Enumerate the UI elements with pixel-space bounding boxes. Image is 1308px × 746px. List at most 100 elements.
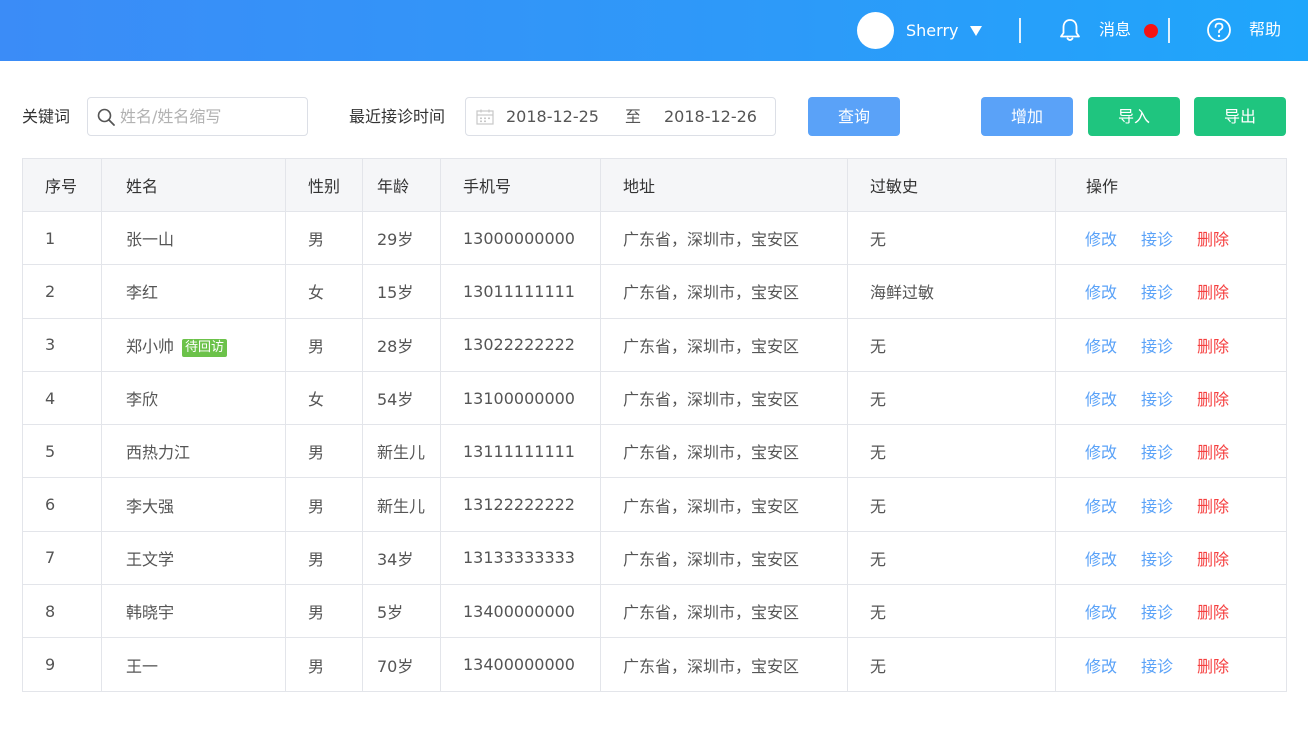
header-divider — [1168, 18, 1170, 43]
patient-name: 王文学 — [126, 549, 175, 569]
search-input[interactable] — [120, 104, 300, 129]
table-row: 5 西热力江 男新生儿 13111111111 广东省，深圳市，宝安区无 修改 接诊 删除 — [22, 424, 1287, 479]
patient-name-cell: 王一 — [101, 637, 286, 692]
row-actions: 修改 接诊 删除 — [1055, 210, 1287, 266]
messages-label[interactable]: 消息 — [1099, 19, 1131, 41]
help-label[interactable]: 帮助 — [1249, 19, 1281, 41]
delete-link[interactable]: 删除 — [1197, 337, 1229, 356]
age: 28岁 — [362, 317, 441, 372]
patient-name-cell: 张一山 — [101, 210, 286, 266]
calendar-icon — [476, 109, 494, 125]
edit-link[interactable]: 修改 — [1085, 550, 1117, 569]
delete-link[interactable]: 删除 — [1197, 443, 1229, 462]
phone: 13400000000 — [440, 584, 601, 639]
phone: 13022222222 — [440, 317, 601, 372]
delete-link[interactable]: 删除 — [1197, 390, 1229, 409]
visit-link[interactable]: 接诊 — [1141, 230, 1173, 249]
gender: 男 — [285, 477, 363, 532]
column-header: 序号 — [22, 158, 102, 212]
edit-link[interactable]: 修改 — [1085, 390, 1117, 409]
allergy-history: 无 — [847, 424, 1056, 479]
patient-name: 西热力江 — [126, 443, 191, 463]
delete-link[interactable]: 删除 — [1197, 657, 1229, 676]
visit-link[interactable]: 接诊 — [1141, 337, 1173, 356]
bell-icon[interactable] — [1057, 17, 1083, 43]
patient-name: 李大强 — [126, 496, 175, 516]
edit-link[interactable]: 修改 — [1085, 657, 1117, 676]
visit-link[interactable]: 接诊 — [1141, 550, 1173, 569]
age: 5岁 — [362, 584, 441, 639]
edit-link[interactable]: 修改 — [1085, 497, 1117, 516]
table-row: 9 王一 男 70岁 13400000000 广东省，深圳市，宝安区无 修改 接诊 删除 — [22, 637, 1287, 692]
patient-name-cell: 李红 — [101, 264, 286, 319]
patient-name-cell: 郑小帅 待回访 — [101, 317, 286, 372]
visit-link[interactable]: 接诊 — [1141, 390, 1173, 409]
date-separator: 至 — [625, 107, 642, 126]
edit-link[interactable]: 修改 — [1085, 230, 1117, 249]
allergy-history: 无 — [847, 584, 1056, 639]
visit-link[interactable]: 接诊 — [1141, 283, 1173, 302]
row-actions: 修改 接诊 删除 — [1055, 477, 1287, 532]
phone: 13122222222 — [440, 477, 601, 532]
phone: 13100000000 — [440, 370, 601, 426]
column-header: 年龄 — [362, 158, 441, 212]
address: 广东省，深圳市，宝安区 — [600, 530, 848, 586]
row-number: 8 — [22, 584, 102, 639]
gender: 男 — [285, 530, 363, 586]
patient-name-cell: 李欣 — [101, 370, 286, 426]
query-button[interactable]: 查询 — [808, 97, 900, 136]
date-label: 最近接诊时间 — [349, 107, 446, 126]
delete-link[interactable]: 删除 — [1197, 550, 1229, 569]
search-field[interactable] — [87, 97, 308, 136]
delete-link[interactable]: 删除 — [1197, 230, 1229, 249]
column-header: 过敏史 — [847, 158, 1056, 212]
avatar[interactable] — [857, 12, 894, 49]
caret-down-icon[interactable] — [969, 24, 983, 38]
question-circle-icon[interactable] — [1206, 17, 1232, 43]
edit-link[interactable]: 修改 — [1085, 443, 1117, 462]
date-start[interactable]: 2018-12-25 — [506, 106, 599, 128]
visit-link[interactable]: 接诊 — [1141, 603, 1173, 622]
gender: 男 — [285, 584, 363, 639]
age: 新生儿 — [362, 477, 441, 532]
username[interactable]: Sherry — [906, 20, 958, 42]
delete-link[interactable]: 删除 — [1197, 283, 1229, 302]
allergy-history: 无 — [847, 637, 1056, 692]
delete-link[interactable]: 删除 — [1197, 497, 1229, 516]
patient-name: 李红 — [126, 283, 159, 303]
allergy-history: 无 — [847, 317, 1056, 372]
row-actions: 修改 接诊 删除 — [1055, 530, 1287, 586]
row-number: 9 — [22, 637, 102, 692]
edit-link[interactable]: 修改 — [1085, 337, 1117, 356]
visit-link[interactable]: 接诊 — [1141, 443, 1173, 462]
address: 广东省，深圳市，宝安区 — [600, 637, 848, 692]
row-number: 3 — [22, 317, 102, 372]
visit-link[interactable]: 接诊 — [1141, 497, 1173, 516]
patient-name: 韩晓宇 — [126, 603, 175, 623]
column-header: 地址 — [600, 158, 848, 212]
phone: 13133333333 — [440, 530, 601, 586]
date-range-picker[interactable]: 2018-12-25 至 2018-12-26 — [465, 97, 776, 136]
age: 70岁 — [362, 637, 441, 692]
add-button[interactable]: 增加 — [981, 97, 1073, 136]
edit-link[interactable]: 修改 — [1085, 603, 1117, 622]
edit-link[interactable]: 修改 — [1085, 283, 1117, 302]
patient-name: 王一 — [126, 656, 159, 676]
column-header: 姓名 — [101, 158, 286, 212]
address: 广东省，深圳市，宝安区 — [600, 210, 848, 266]
table-row: 8 韩晓宇 男 5岁 13400000000 广东省，深圳市，宝安区无 修改 接诊 删除 — [22, 584, 1287, 639]
table-row: 4 李欣 女 54岁 13100000000 广东省，深圳市，宝安区无 修改 接诊 删除 — [22, 370, 1287, 426]
header-divider — [1019, 18, 1021, 43]
export-button[interactable]: 导出 — [1194, 97, 1286, 136]
patient-name-cell: 韩晓宇 — [101, 584, 286, 639]
date-end[interactable]: 2018-12-26 — [664, 106, 757, 128]
notification-dot — [1144, 24, 1158, 38]
phone: 13400000000 — [440, 637, 601, 692]
status-badge: 待回访 — [182, 338, 228, 357]
age: 34岁 — [362, 530, 441, 586]
delete-link[interactable]: 删除 — [1197, 603, 1229, 622]
patient-name-cell: 王文学 — [101, 530, 286, 586]
import-button[interactable]: 导入 — [1088, 97, 1180, 136]
row-actions: 修改 接诊 删除 — [1055, 370, 1287, 426]
visit-link[interactable]: 接诊 — [1141, 657, 1173, 676]
